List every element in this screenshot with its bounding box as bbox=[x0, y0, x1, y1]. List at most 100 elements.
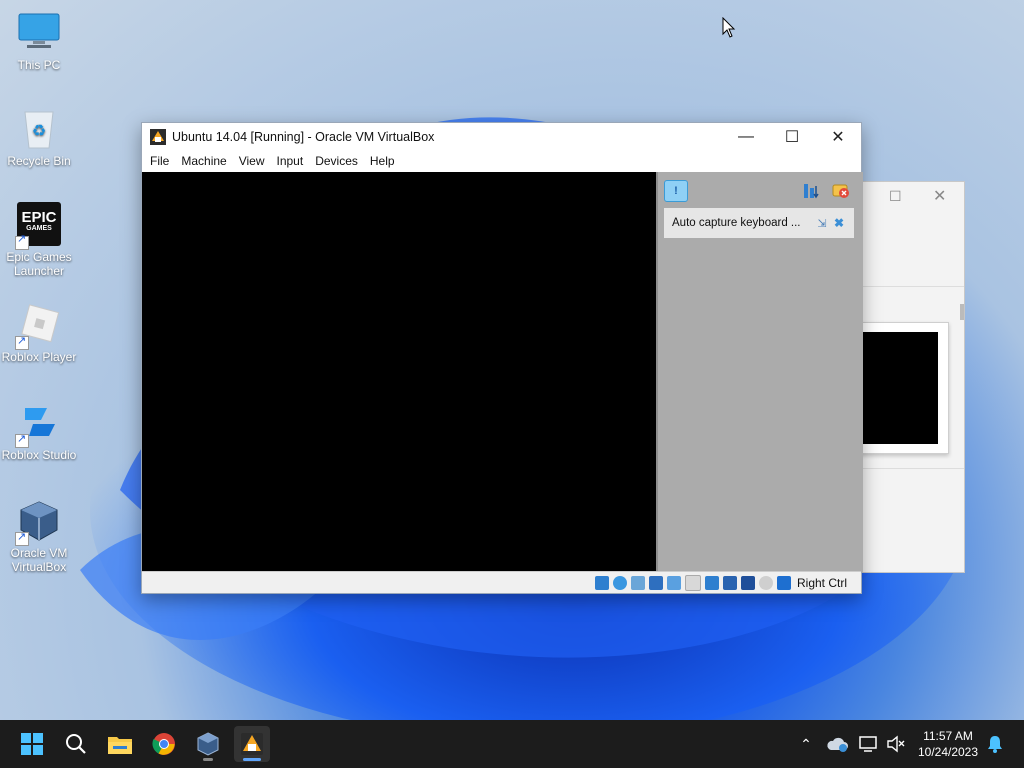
virtualbox-vm-taskbar-button[interactable] bbox=[234, 726, 270, 762]
notification-center: ! Auto capture keyboard ... ⇲ ✖ bbox=[656, 172, 863, 572]
network-icon[interactable] bbox=[648, 575, 663, 590]
mouse-cursor-icon bbox=[722, 17, 736, 38]
mouse-integration-icon[interactable] bbox=[758, 575, 773, 590]
shortcut-arrow-icon bbox=[15, 334, 29, 350]
desktop-icon-label: Roblox Studio bbox=[1, 448, 77, 462]
clock-time: 11:57 AM bbox=[923, 729, 973, 743]
taskbar: ⌃ 11:57 AM 10/24/2023 bbox=[0, 720, 1024, 768]
close-icon[interactable]: ✕ bbox=[933, 186, 946, 206]
sort-icon bbox=[804, 184, 819, 199]
menu-devices[interactable]: Devices bbox=[309, 154, 364, 168]
shortcut-arrow-icon bbox=[15, 432, 29, 448]
dismiss-all-icon bbox=[832, 184, 849, 198]
maximize-icon[interactable]: ☐ bbox=[889, 188, 902, 205]
optical-drive-icon[interactable] bbox=[612, 575, 627, 590]
monitor-icon bbox=[17, 10, 61, 54]
volume-muted-icon bbox=[887, 735, 905, 753]
menu-view[interactable]: View bbox=[233, 154, 271, 168]
tray-network[interactable] bbox=[858, 720, 880, 768]
close-icon: ✕ bbox=[831, 129, 845, 146]
menu-help[interactable]: Help bbox=[364, 154, 401, 168]
shortcut-arrow-icon bbox=[15, 530, 29, 546]
notification-header: ! bbox=[658, 172, 863, 206]
tray-volume[interactable] bbox=[886, 720, 906, 768]
virtualbox-icon bbox=[197, 732, 219, 756]
virtualization-icon[interactable] bbox=[740, 575, 755, 590]
system-tray: ⌃ bbox=[796, 720, 816, 768]
file-explorer-icon bbox=[108, 737, 132, 754]
pin-notification-icon[interactable]: ⇲ bbox=[814, 217, 830, 230]
maximize-icon: ☐ bbox=[784, 129, 800, 146]
roblox-player-icon bbox=[15, 302, 61, 350]
active-indicator bbox=[243, 758, 261, 761]
hard-disk-icon[interactable] bbox=[594, 575, 609, 590]
recording-icon[interactable] bbox=[722, 575, 737, 590]
bell-icon bbox=[988, 736, 1002, 753]
desktop-icon-roblox-studio[interactable]: Roblox Studio bbox=[0, 400, 78, 462]
desktop-icon-recycle-bin[interactable]: ♻ Recycle Bin bbox=[0, 106, 78, 168]
svg-text:♻: ♻ bbox=[32, 123, 46, 140]
sort-button[interactable] bbox=[802, 182, 820, 200]
virtualbox-vm-icon bbox=[241, 733, 263, 755]
desktop-icon-label: Oracle VM VirtualBox bbox=[10, 546, 68, 574]
host-key-label: Right Ctrl bbox=[796, 575, 847, 590]
tray-notifications[interactable] bbox=[986, 720, 1004, 768]
divider bbox=[859, 286, 964, 287]
shared-folders-icon[interactable] bbox=[684, 574, 701, 591]
virtualbox-vm-window[interactable]: Ubuntu 14.04 [Running] - Oracle VM Virtu… bbox=[141, 122, 863, 594]
taskbar-clock[interactable]: 11:57 AM 10/24/2023 bbox=[912, 728, 984, 760]
preview-screen bbox=[862, 332, 938, 444]
notification-bubble-icon: ! bbox=[674, 185, 678, 197]
audio-icon[interactable] bbox=[630, 575, 645, 590]
epic-games-icon: EPIC GAMES bbox=[15, 202, 61, 250]
tray-onedrive[interactable] bbox=[826, 720, 848, 768]
notification-toggle-button[interactable]: ! bbox=[664, 180, 688, 202]
menu-input[interactable]: Input bbox=[271, 154, 310, 168]
scrollbar-thumb[interactable] bbox=[960, 304, 964, 320]
close-button[interactable]: ✕ bbox=[815, 123, 861, 151]
notification-text: Auto capture keyboard ... bbox=[672, 217, 801, 229]
chrome-button[interactable] bbox=[146, 726, 182, 762]
virtualbox-taskbar-button[interactable] bbox=[190, 726, 226, 762]
menu-file[interactable]: File bbox=[144, 154, 175, 168]
running-indicator bbox=[203, 758, 213, 761]
clock-date: 10/24/2023 bbox=[917, 745, 979, 759]
search-button[interactable] bbox=[58, 726, 94, 762]
shortcut-arrow-icon bbox=[15, 234, 29, 250]
window-title: Ubuntu 14.04 [Running] - Oracle VM Virtu… bbox=[172, 130, 435, 144]
desktop-icon-roblox-player[interactable]: Roblox Player bbox=[0, 302, 78, 364]
minimize-button[interactable]: — bbox=[723, 123, 769, 151]
background-window[interactable]: ☐ ✕ bbox=[858, 181, 965, 573]
search-icon bbox=[66, 734, 86, 754]
keyboard-capture-icon[interactable] bbox=[776, 575, 791, 590]
file-explorer-button[interactable] bbox=[102, 726, 138, 762]
dismiss-all-button[interactable] bbox=[832, 182, 850, 200]
virtualbox-icon bbox=[15, 498, 61, 546]
dismiss-notification-icon[interactable]: ✖ bbox=[830, 216, 848, 230]
menu-bar: File Machine View Input Devices Help bbox=[142, 151, 861, 171]
minimize-icon: — bbox=[738, 128, 754, 145]
show-hidden-icons-chevron-icon[interactable]: ⌃ bbox=[796, 736, 816, 753]
roblox-studio-icon bbox=[15, 400, 61, 448]
notification-item[interactable]: Auto capture keyboard ... ⇲ ✖ bbox=[664, 208, 854, 238]
network-icon bbox=[859, 736, 877, 752]
chrome-icon bbox=[152, 733, 175, 755]
epic-logo-line2: GAMES bbox=[26, 225, 52, 232]
preview-frame bbox=[859, 322, 949, 454]
title-bar[interactable]: Ubuntu 14.04 [Running] - Oracle VM Virtu… bbox=[142, 123, 861, 151]
start-icon bbox=[21, 733, 43, 755]
display-icon[interactable] bbox=[704, 575, 719, 590]
maximize-button[interactable]: ☐ bbox=[769, 123, 815, 151]
desktop-icon-label: This PC bbox=[17, 58, 61, 72]
virtualbox-vm-app-icon bbox=[150, 129, 166, 145]
desktop-icon-virtualbox[interactable]: Oracle VM VirtualBox bbox=[0, 498, 78, 574]
status-bar: Right Ctrl bbox=[142, 571, 861, 593]
epic-logo-line1: EPIC bbox=[21, 209, 57, 226]
menu-machine[interactable]: Machine bbox=[175, 154, 232, 168]
usb-icon[interactable] bbox=[666, 575, 681, 590]
desktop-icon-this-pc[interactable]: This PC bbox=[0, 10, 78, 72]
divider bbox=[859, 468, 964, 469]
start-button[interactable] bbox=[14, 726, 50, 762]
recycle-bin-icon: ♻ bbox=[17, 106, 61, 150]
desktop-icon-epic-games[interactable]: EPIC GAMES Epic Games Launcher bbox=[0, 202, 78, 278]
